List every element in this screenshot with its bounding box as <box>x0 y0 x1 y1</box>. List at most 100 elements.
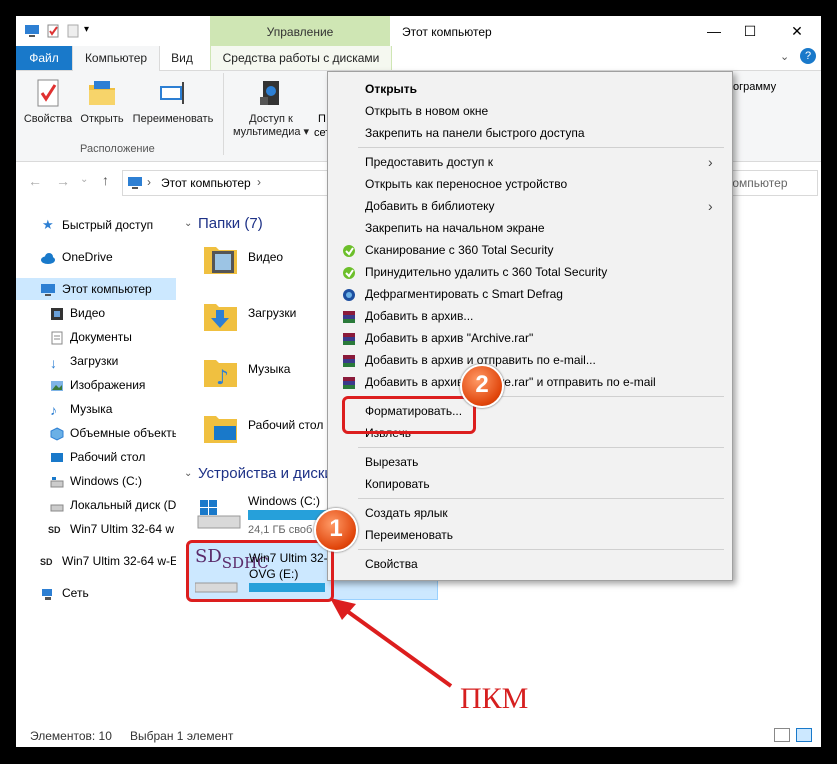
drive-info: 24,1 ГБ своб <box>248 524 313 536</box>
status-selection: Выбран 1 элемент <box>130 729 234 743</box>
search-placeholder: компьютер <box>727 176 788 190</box>
breadcrumb-chevron-icon[interactable]: › <box>147 175 151 189</box>
step-badge-2: 2 <box>460 364 504 408</box>
nav-item-windows-c[interactable]: Windows (C:) <box>16 470 176 492</box>
menu-item-360-scan[interactable]: Сканирование с 360 Total Security <box>328 239 732 261</box>
documents-icon <box>50 330 64 345</box>
devices-header[interactable]: Устройства и диски <box>198 465 333 482</box>
nav-item-music[interactable]: ♪ Музыка <box>16 398 176 420</box>
menu-item-archive-email[interactable]: Добавить в архив и отправить по e-mail..… <box>328 349 732 371</box>
details-view-icon[interactable] <box>774 728 790 742</box>
menu-label: Предоставить доступ к <box>365 155 493 169</box>
back-icon[interactable]: ← <box>28 173 42 189</box>
nav-item-images[interactable]: Изображения <box>16 374 176 396</box>
folder-name[interactable]: Видео <box>248 250 283 264</box>
breadcrumb-chevron-icon[interactable]: › <box>257 175 261 189</box>
folder-name[interactable]: Рабочий стол <box>248 418 323 432</box>
qat-dropdown-icon[interactable]: ▾ <box>84 24 98 38</box>
menu-item-archive-rar-email[interactable]: Добавить в архив "Archive.rar" и отправи… <box>328 371 732 393</box>
drive-icon <box>50 474 64 488</box>
nav-item-downloads[interactable]: ↓ Загрузки <box>16 350 176 372</box>
menu-label: Добавить в архив "Archive.rar" <box>365 331 534 345</box>
new-folder-icon[interactable] <box>66 24 80 38</box>
downloads-folder-icon[interactable] <box>202 298 240 334</box>
menu-label: Закрепить на панели быстрого доступа <box>365 126 585 140</box>
menu-item-rename[interactable]: Переименовать <box>328 524 732 546</box>
menu-item-pin-quick-access[interactable]: Закрепить на панели быстрого доступа <box>328 122 732 144</box>
rename-icon <box>157 77 189 109</box>
minimize-button[interactable]: — <box>699 20 729 42</box>
tab-drive-tools[interactable]: Средства работы с дисками <box>210 46 392 70</box>
windows-drive-icon <box>196 498 242 535</box>
menu-item-create-shortcut[interactable]: Создать ярлык <box>328 502 732 524</box>
menu-item-open-new-window[interactable]: Открыть в новом окне <box>328 100 732 122</box>
ribbon-collapse-icon[interactable]: ⌄ <box>780 50 794 63</box>
nav-item-onedrive[interactable]: OneDrive <box>16 246 176 268</box>
menu-label: Копировать <box>365 477 430 491</box>
menu-item-360-delete[interactable]: Принудительно удалить с 360 Total Securi… <box>328 261 732 283</box>
forward-icon[interactable]: → <box>56 173 70 189</box>
nav-label: Загрузки <box>70 354 119 368</box>
properties-icon[interactable] <box>46 24 60 38</box>
computer-icon <box>40 282 55 296</box>
ribbon-cut-label: П <box>318 113 326 125</box>
video-folder-icon[interactable] <box>202 241 240 277</box>
computer-icon[interactable] <box>24 24 39 38</box>
rar-icon <box>342 309 356 323</box>
recent-dropdown-icon[interactable]: ⌄ <box>80 174 88 185</box>
nav-label: Win7 Ultim 32-64 w-E <box>62 554 176 568</box>
menu-item-defrag[interactable]: Дефрагментировать с Smart Defrag <box>328 283 732 305</box>
close-button[interactable]: ✕ <box>782 20 812 42</box>
nav-item-3d-objects[interactable]: Объемные объекты <box>16 422 176 444</box>
tab-computer[interactable]: Компьютер <box>72 46 160 71</box>
help-icon[interactable]: ? <box>800 48 816 64</box>
large-icons-view-icon[interactable] <box>796 728 812 742</box>
nav-item-network[interactable]: Сеть <box>16 582 176 604</box>
menu-item-add-archive-rar[interactable]: Добавить в архив "Archive.rar" <box>328 327 732 349</box>
nav-item-quick-access[interactable]: ★ Быстрый доступ <box>16 214 176 236</box>
tab-file[interactable]: Файл <box>16 46 72 70</box>
nav-label: Видео <box>70 306 106 320</box>
menu-item-share[interactable]: Предоставить доступ к › <box>328 151 732 173</box>
nav-label: Документы <box>70 330 132 344</box>
maximize-button[interactable]: ☐ <box>735 20 765 42</box>
nav-item-sd-card[interactable]: SD Win7 Ultim 32-64 w <box>16 518 176 540</box>
menu-item-copy[interactable]: Копировать <box>328 473 732 495</box>
sd-icon: SD <box>40 557 53 567</box>
menu-item-pin-start[interactable]: Закрепить на начальном экране <box>328 217 732 239</box>
menu-separator <box>358 498 724 499</box>
menu-label: Добавить в архив... <box>365 309 474 323</box>
tab-view[interactable]: Вид <box>162 46 202 70</box>
nav-item-this-pc[interactable]: Этот компьютер <box>16 278 176 300</box>
breadcrumb[interactable]: Этот компьютер <box>161 176 251 190</box>
properties-button[interactable]: Свойства <box>22 77 74 125</box>
menu-item-add-library[interactable]: Добавить в библиотеку › <box>328 195 732 217</box>
music-folder-icon[interactable]: ♪ <box>202 354 240 390</box>
rename-button[interactable]: Переименовать <box>128 77 218 125</box>
open-button[interactable]: Открыть <box>76 77 128 125</box>
chevron-down-icon[interactable]: ⌄ <box>184 218 192 229</box>
rar-icon <box>342 331 356 345</box>
chevron-down-icon[interactable]: ⌄ <box>184 468 192 479</box>
nav-item-desktop[interactable]: Рабочий стол <box>16 446 176 468</box>
nav-item-documents[interactable]: Документы <box>16 326 176 348</box>
media-access-button[interactable]: Доступ к мультимедиа ▾ <box>228 77 314 138</box>
desktop-folder-icon[interactable] <box>202 410 240 446</box>
menu-item-cut[interactable]: Вырезать <box>328 451 732 473</box>
rar-icon <box>342 375 356 389</box>
folders-header[interactable]: Папки (7) <box>198 215 263 232</box>
menu-item-open[interactable]: Открыть <box>328 78 732 100</box>
nav-item-sd-card-e[interactable]: SD Win7 Ultim 32-64 w-E <box>16 550 176 572</box>
folder-name[interactable]: Загрузки <box>248 306 296 320</box>
menu-item-open-portable[interactable]: Открыть как переносное устройство <box>328 173 732 195</box>
video-icon <box>50 306 64 320</box>
nav-item-video[interactable]: Видео <box>16 302 176 324</box>
nav-item-local-disk-d[interactable]: Локальный диск (D <box>16 494 176 516</box>
menu-item-add-archive[interactable]: Добавить в архив... <box>328 305 732 327</box>
network-icon <box>40 586 54 600</box>
menu-label: Вырезать <box>365 455 419 469</box>
search-input[interactable]: компьютер <box>720 170 818 196</box>
up-icon[interactable]: ↑ <box>102 172 109 188</box>
folder-name[interactable]: Музыка <box>248 362 290 376</box>
menu-item-properties[interactable]: Свойства <box>328 553 732 575</box>
